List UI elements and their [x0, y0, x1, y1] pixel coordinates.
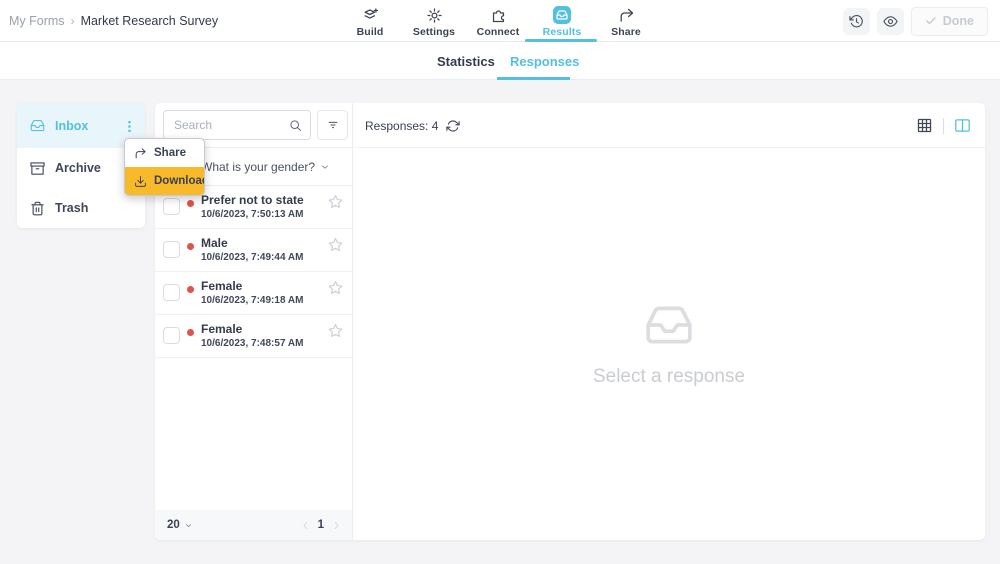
- responses-count: Responses: 4: [365, 103, 460, 148]
- response-timestamp: 10/6/2023, 7:49:44 AM: [201, 252, 303, 263]
- menu-item-download[interactable]: Download: [125, 167, 204, 195]
- connect-puzzle-icon: [490, 6, 507, 24]
- split-view-icon[interactable]: [954, 117, 971, 134]
- response-timestamp: 10/6/2023, 7:49:18 AM: [201, 295, 303, 306]
- tab-statistics[interactable]: Statistics: [437, 42, 495, 80]
- active-nav-underline: [525, 39, 597, 42]
- refresh-icon[interactable]: [446, 119, 460, 133]
- sidebar-item-label: Inbox: [55, 119, 88, 133]
- response-detail-area: Responses: 4 Select a response: [353, 103, 985, 540]
- breadcrumb: My Forms › Market Research Survey: [9, 0, 218, 42]
- star-icon[interactable]: [328, 237, 343, 252]
- search-input[interactable]: [174, 118, 289, 132]
- empty-state-message: Select a response: [593, 366, 745, 388]
- prev-page-icon[interactable]: [300, 520, 311, 531]
- nav-label: Build: [357, 26, 384, 38]
- pagination: 1: [300, 519, 342, 531]
- results-subnav: Statistics Responses: [0, 42, 1000, 80]
- menu-item-label: Share: [154, 147, 186, 159]
- response-timestamp: 10/6/2023, 7:48:57 AM: [201, 338, 303, 349]
- nav-item-share[interactable]: Share: [596, 0, 656, 42]
- nav-label: Results: [543, 26, 582, 38]
- chevron-down-icon: [320, 162, 330, 172]
- response-timestamp: 10/6/2023, 7:50:13 AM: [201, 209, 303, 220]
- menu-item-label: Download: [154, 175, 205, 187]
- star-icon[interactable]: [328, 194, 343, 209]
- check-icon: [925, 15, 937, 27]
- star-icon[interactable]: [328, 323, 343, 338]
- response-answer: Prefer not to state: [201, 193, 304, 207]
- responses-card: What is your gender? Prefer not to state…: [155, 103, 985, 540]
- active-tab-underline: [497, 77, 570, 80]
- build-icon: [362, 6, 379, 24]
- done-button[interactable]: Done: [911, 7, 988, 36]
- response-checkbox[interactable]: [163, 327, 180, 344]
- history-icon: [849, 14, 864, 29]
- responses-count-label: Responses: 4: [365, 119, 438, 133]
- response-row[interactable]: Male 10/6/2023, 7:49:44 AM: [155, 229, 352, 272]
- sidebar-item-label: Trash: [55, 201, 88, 215]
- page-size-dropdown[interactable]: 20: [167, 519, 193, 531]
- nav-item-settings[interactable]: Settings: [404, 0, 464, 42]
- list-pagination-bar: 20 1: [155, 510, 352, 540]
- sidebar-item-label: Archive: [55, 161, 101, 175]
- page-size-value: 20: [167, 519, 180, 531]
- inbox-more-options-icon[interactable]: [122, 119, 136, 133]
- response-row[interactable]: Female 10/6/2023, 7:49:18 AM: [155, 272, 352, 315]
- inbox-options-menu: Share Download: [124, 138, 205, 196]
- search-icon: [289, 119, 302, 132]
- nav-item-build[interactable]: Build: [340, 0, 400, 42]
- header-actions: Done: [843, 0, 988, 42]
- nav-label: Share: [611, 26, 641, 38]
- question-header-label: What is your gender?: [201, 160, 315, 174]
- tab-responses[interactable]: Responses: [510, 42, 579, 80]
- response-answer: Female: [201, 322, 242, 336]
- response-row[interactable]: Female 10/6/2023, 7:48:57 AM: [155, 315, 352, 358]
- menu-item-share[interactable]: Share: [125, 139, 204, 167]
- nav-label: Connect: [477, 26, 520, 38]
- breadcrumb-form-title: Market Research Survey: [81, 14, 219, 28]
- response-answer: Male: [201, 236, 228, 250]
- toolbar-divider: [943, 118, 944, 134]
- response-checkbox[interactable]: [163, 198, 180, 215]
- download-icon: [134, 175, 147, 188]
- settings-gear-icon: [426, 6, 443, 24]
- nav-label: Settings: [413, 26, 455, 38]
- next-page-icon[interactable]: [331, 520, 342, 531]
- empty-state: Select a response: [353, 148, 985, 540]
- unread-dot: [187, 329, 194, 336]
- breadcrumb-my-forms[interactable]: My Forms: [9, 14, 65, 28]
- unread-dot: [187, 200, 194, 207]
- response-answer: Female: [201, 279, 242, 293]
- view-toggles: [916, 103, 971, 148]
- unread-dot: [187, 286, 194, 293]
- star-icon[interactable]: [328, 280, 343, 295]
- done-label: Done: [943, 14, 974, 28]
- preview-button[interactable]: [877, 8, 904, 35]
- empty-inbox-icon: [637, 300, 701, 350]
- search-box: [163, 110, 311, 140]
- response-checkbox[interactable]: [163, 241, 180, 258]
- table-view-icon[interactable]: [916, 117, 933, 134]
- detail-toolbar: Responses: 4: [353, 103, 985, 148]
- top-header: My Forms › Market Research Survey Build …: [0, 0, 1000, 42]
- unread-dot: [187, 243, 194, 250]
- trash-icon: [30, 201, 45, 216]
- filter-lines-icon: [326, 118, 340, 132]
- chevron-down-icon: [184, 521, 193, 530]
- response-checkbox[interactable]: [163, 284, 180, 301]
- revision-history-button[interactable]: [843, 8, 870, 35]
- nav-item-connect[interactable]: Connect: [468, 0, 528, 42]
- nav-item-results[interactable]: Results: [532, 0, 592, 42]
- inbox-icon: [30, 118, 45, 133]
- archive-icon: [30, 161, 45, 176]
- filter-button[interactable]: [317, 110, 348, 140]
- breadcrumb-separator: ›: [71, 14, 75, 28]
- share-arrow-icon: [618, 6, 635, 24]
- current-page-number: 1: [318, 519, 324, 531]
- results-inbox-icon: [553, 6, 571, 24]
- eye-icon: [883, 14, 898, 29]
- share-arrow-icon: [134, 147, 147, 160]
- builder-nav: Build Settings Connect Results: [340, 0, 656, 42]
